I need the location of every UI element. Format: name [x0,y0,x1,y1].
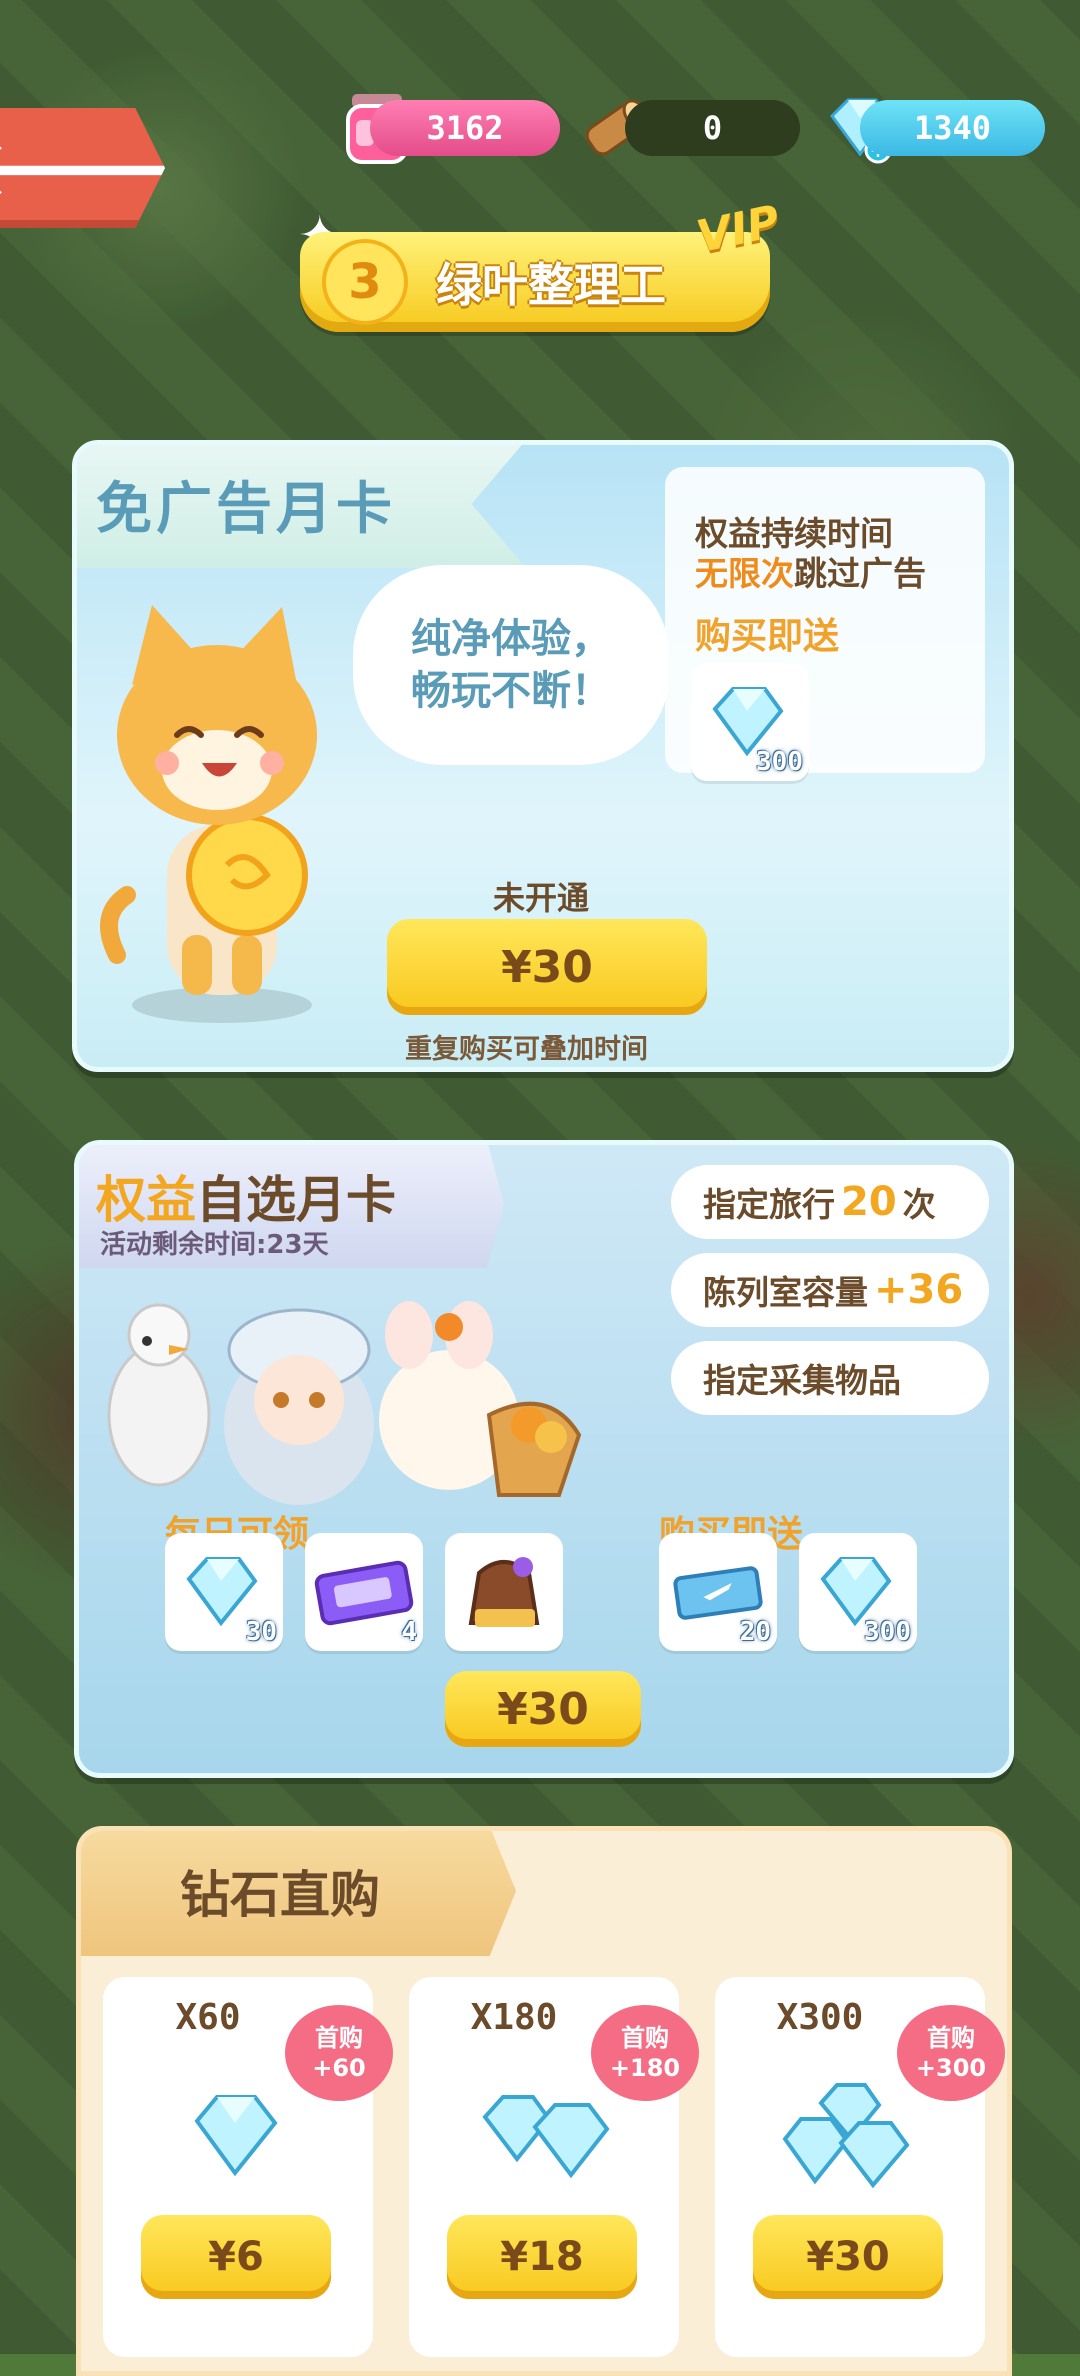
select-card-panel: 权益自选月卡 活动剩余时间:23天 指定旅行 20 次 陈列室容量 +36 指定采集物… [74,1140,1014,1778]
daily-gem-item[interactable]: 30 [165,1533,283,1651]
daily-ticket-item[interactable]: 4 [305,1533,423,1651]
title-part-b: 自选月卡 [196,1171,396,1229]
bonus-flight-ticket-item[interactable]: 20 [659,1533,777,1651]
bubble-line-2: 畅玩不断！ [411,668,611,714]
bonus-gem-count: 300 [864,1617,911,1647]
select-card-title: 权益自选月卡 [96,1160,396,1232]
bonus-gem-item[interactable]: 300 [691,663,809,781]
perk-showroom-num: +36 [874,1267,964,1313]
first-bonus: +60 [312,2054,366,2082]
vip-level-banner[interactable]: 3 绿叶整理工 VIP [300,196,784,332]
first-label: 首购 [621,2024,669,2052]
diamond-pack-180[interactable]: X180 首购 +180 ¥18 [409,1977,699,2357]
jam-count: 3162 [426,109,504,147]
title-part-a: 权益 [96,1171,196,1229]
gem-count: 1340 [913,109,992,147]
diamond-icon [194,2095,278,2177]
buy-select-card-button[interactable]: ¥30 [445,1671,641,1747]
first-purchase-badge: 首购 +60 [285,2005,393,2101]
diamond-shop-title: 钻石直购 [81,1831,516,1956]
wood-count: 0 [702,109,723,147]
characters-illustration [107,1301,582,1505]
wood-counter: 0 [625,100,800,156]
perk-showroom-text: 陈列室容量 [703,1273,868,1312]
pack-qty: X180 [470,1997,558,2038]
diamond-pile-icon [782,2083,910,2189]
bonus-gem-item[interactable]: 300 [799,1533,917,1651]
daily-gem-count: 30 [245,1617,277,1647]
bonus-flight-ticket-count: 20 [739,1617,771,1647]
buy-pack-60-button[interactable]: ¥6 [141,2215,331,2299]
benefit-text: 无限次跳过广告 [695,547,926,595]
select-card-header: 权益自选月卡 活动剩余时间:23天 [79,1145,504,1268]
ad-free-card-panel: 免广告月卡 纯净体验， 畅玩不断！ 权益持续时间 无限次跳过广告 购买即送 30… [72,440,1014,1072]
first-label: 首购 [927,2024,975,2052]
benefit-highlight: 无限次 [695,554,794,593]
diamonds-icon [482,2095,610,2179]
buy-pack-180-button[interactable]: ¥18 [447,2215,637,2299]
ad-free-benefits-box: 权益持续时间 无限次跳过广告 购买即送 300 [665,467,985,781]
cat-mascot-icon [100,605,317,1023]
gem-counter[interactable]: 1340 [860,100,1045,156]
buy-pack-300-button[interactable]: ¥30 [753,2215,943,2299]
perk-travel: 指定旅行 20 次 [671,1165,989,1239]
benefit-rest: 跳过广告 [794,554,926,593]
diamond-pack-300[interactable]: X300 首购 +300 ¥30 [715,1977,1005,2357]
diamond-shop-panel: 钻石直购 X60 首购 +60 ¥6 X180 首购 +180 ¥18 X300… [76,1826,1012,2376]
speech-bubble: 纯净体验， 畅玩不断！ [353,565,669,765]
subscription-status: 未开通 [493,879,590,917]
perk-travel-num: 20 [841,1179,897,1225]
vip-level-badge: 3 [322,239,408,325]
perk-gather[interactable]: 指定采集物品 [671,1341,989,1415]
daily-gift-bag-item[interactable] [445,1533,563,1651]
daily-ticket-count: 4 [401,1617,417,1647]
diamond-pack-60[interactable]: X60 首购 +60 ¥6 [103,1977,393,2357]
remaining-time: 活动剩余时间:23天 [100,1230,329,1260]
bonus-gem-count: 300 [756,747,803,777]
perk-travel-suffix: 次 [902,1185,936,1224]
jam-counter: 3162 [370,100,560,156]
vip-title: 绿叶整理工 [436,258,666,312]
ad-free-card-title: 免广告月卡 [77,445,526,568]
first-label: 首购 [315,2024,363,2052]
bonus-label: 购买即送 [695,616,840,657]
buy-ad-free-button[interactable]: ¥30 [387,919,707,1015]
bubble-line-1: 纯净体验， [411,616,611,662]
gift-bag-icon [468,1557,540,1627]
back-button[interactable]: 🡐 [0,108,165,228]
pack-qty: X60 [175,1997,241,2038]
perk-showroom: 陈列室容量 +36 [671,1253,989,1327]
stack-note: 重复购买可叠加时间 [405,1034,648,1065]
perk-gather-text: 指定采集物品 [703,1361,901,1400]
first-bonus: +180 [609,2054,681,2082]
pack-qty: X300 [776,1997,864,2038]
perk-travel-text: 指定旅行 [703,1185,835,1224]
